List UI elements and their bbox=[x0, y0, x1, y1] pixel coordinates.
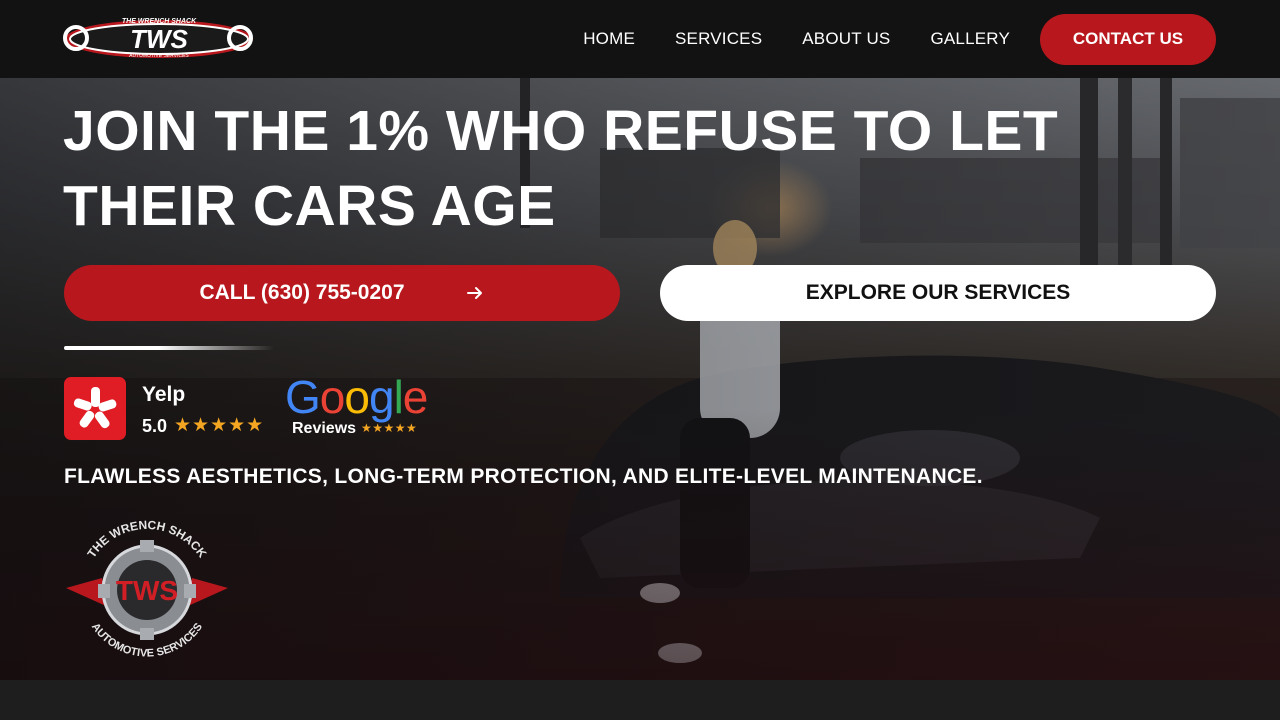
call-button-label: CALL (630) 755-0207 bbox=[199, 281, 405, 304]
site-header: TWS THE WRENCH SHACK AUTOMOTIVE SERVICES… bbox=[0, 0, 1280, 78]
hero-headline-line-1: JOIN THE 1% WHO REFUSE TO LET bbox=[63, 99, 1059, 163]
google-reviews-label: Reviews bbox=[292, 420, 357, 437]
explore-services-button[interactable]: EXPLORE OUR SERVICES bbox=[660, 265, 1216, 321]
logo-letters: TWS bbox=[130, 24, 188, 54]
contact-us-button[interactable]: CONTACT US bbox=[1040, 13, 1216, 65]
next-section-strip bbox=[0, 680, 1280, 720]
yelp-star-icons: ★★★★★ bbox=[174, 415, 265, 436]
yelp-rating: 5.0 bbox=[142, 416, 168, 436]
yelp-label: Yelp bbox=[142, 383, 186, 406]
hero-headline-line-2: THEIR CARS AGE bbox=[63, 174, 556, 238]
hero-divider bbox=[64, 346, 274, 350]
emblem-letters: TWS bbox=[116, 575, 178, 606]
call-phone-button[interactable]: CALL (630) 755-0207 bbox=[64, 265, 620, 321]
yelp-burst-icon[interactable] bbox=[64, 377, 126, 440]
nav-gallery[interactable]: GALLERY bbox=[930, 29, 1010, 49]
google-logo[interactable]: Google bbox=[285, 370, 428, 424]
tws-emblem-logo: TWS THE WRENCH SHACK AUTOMOTIVE SERVICES bbox=[62, 510, 232, 666]
logo-bottom-text: AUTOMOTIVE SERVICES bbox=[128, 53, 189, 59]
logo-top-text: THE WRENCH SHACK bbox=[122, 18, 197, 25]
header-logo[interactable]: TWS THE WRENCH SHACK AUTOMOTIVE SERVICES bbox=[62, 14, 256, 60]
hero-headline: JOIN THE 1% WHO REFUSE TO LET THEIR CARS… bbox=[63, 94, 1163, 244]
google-star-icons: ★★★★★ bbox=[361, 421, 418, 435]
nav-about-us[interactable]: ABOUT US bbox=[802, 29, 890, 49]
main-nav: HOME SERVICES ABOUT US GALLERY CONTACT U… bbox=[583, 0, 1216, 78]
nav-home[interactable]: HOME bbox=[583, 29, 635, 49]
arrow-right-icon bbox=[466, 287, 482, 299]
nav-services[interactable]: SERVICES bbox=[675, 29, 762, 49]
hero-tagline: FLAWLESS AESTHETICS, LONG-TERM PROTECTIO… bbox=[64, 465, 983, 488]
